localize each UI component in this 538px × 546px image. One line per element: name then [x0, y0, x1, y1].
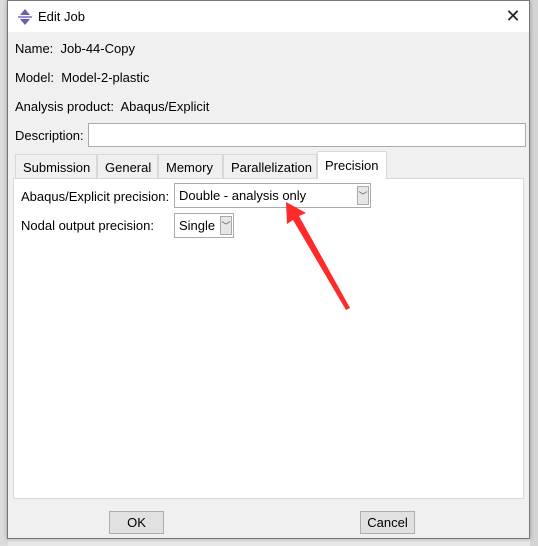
tab-precision[interactable]: Precision [317, 151, 387, 179]
red-arrow-annotation [286, 202, 350, 310]
